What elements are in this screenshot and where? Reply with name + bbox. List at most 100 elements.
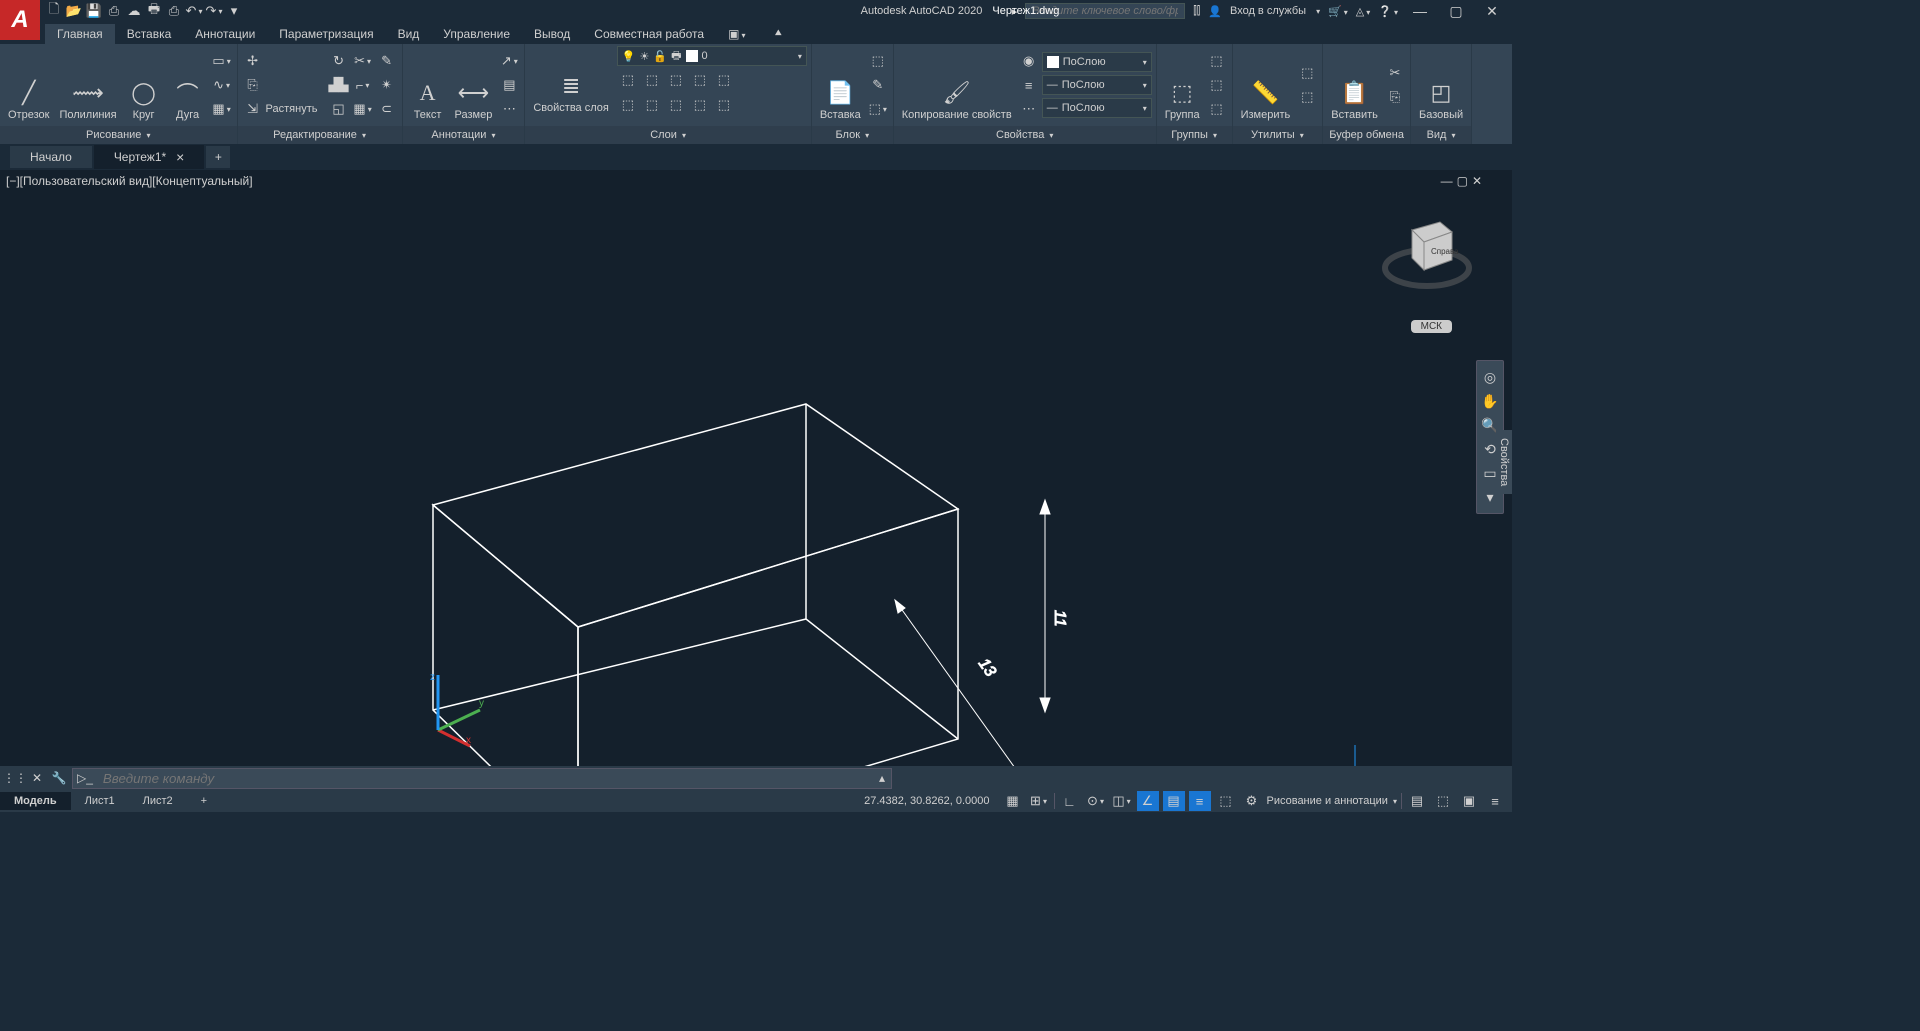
print-icon[interactable]: ⎙ <box>165 3 183 19</box>
command-input[interactable] <box>97 769 873 788</box>
layout-sheet2[interactable]: Лист2 <box>129 792 187 810</box>
add-tab-button[interactable]: + <box>206 146 230 168</box>
lineweight-dropdown[interactable]: —ПоСлою▾ <box>1042 75 1152 95</box>
select-button[interactable]: ⬚ <box>1296 86 1318 108</box>
ortho-toggle-icon[interactable]: ∟ <box>1059 791 1081 811</box>
tab-main[interactable]: Главная <box>45 24 115 44</box>
lineweight-toggle-icon[interactable]: ≡ <box>1189 791 1211 811</box>
layer-tool4-button[interactable]: ⬚ <box>689 69 711 91</box>
annot-more-button[interactable]: ⋯ <box>498 98 520 120</box>
viewcube[interactable]: Справа <box>1382 210 1472 300</box>
tab-view[interactable]: Вид <box>386 24 432 44</box>
lineweight-button[interactable]: ≡ <box>1018 74 1040 96</box>
group-box-button[interactable]: ⬚ <box>1206 98 1228 120</box>
ungroup-button[interactable]: ⬚ <box>1206 50 1228 72</box>
layer-dropdown[interactable]: 💡 ☀ 🔓 🖶 0 ▾ <box>617 46 807 66</box>
undo-icon[interactable]: ↶▾ <box>185 3 203 19</box>
copy-clip-button[interactable]: ⎘ <box>1384 86 1406 108</box>
insert-block-button[interactable]: 📄 Вставка <box>816 47 865 123</box>
match-props-button[interactable]: 🖌 Копирование свойств <box>898 47 1016 123</box>
base-view-button[interactable]: ◰ Базовый <box>1415 47 1467 123</box>
new-icon[interactable]: 🗋 <box>45 3 63 19</box>
close-icon[interactable]: ✕ <box>1478 3 1506 20</box>
table-button[interactable]: ▤ <box>498 74 520 96</box>
help-icon[interactable]: ❔▾ <box>1378 5 1398 18</box>
user-icon[interactable]: 👤 <box>1208 5 1222 18</box>
tab-insert[interactable]: Вставка <box>115 24 184 44</box>
layer-tool10-button[interactable]: ⬚ <box>713 94 735 116</box>
panel-annot-title[interactable]: Аннотации ▾ <box>403 126 525 144</box>
saveas-icon[interactable]: ⎙ <box>105 3 123 19</box>
linetype-button[interactable]: ⋯ <box>1018 98 1040 120</box>
grid-toggle-icon[interactable]: ▦ <box>1002 791 1024 811</box>
circle-button[interactable]: ◯ Круг <box>123 47 165 123</box>
cart-icon[interactable]: 🛒▾ <box>1328 5 1348 18</box>
spline-button[interactable]: ∿▾ <box>211 74 233 96</box>
rect-button[interactable]: ▭▾ <box>211 50 233 72</box>
panel-layers-title[interactable]: Слои ▾ <box>525 126 810 144</box>
maximize-icon[interactable]: ▢ <box>1442 3 1470 20</box>
layer-tool5-button[interactable]: ⬚ <box>713 69 735 91</box>
offset-button[interactable]: ⊂ <box>376 98 398 120</box>
tab-output[interactable]: Вывод <box>522 24 582 44</box>
edit-block-button[interactable]: ✎ <box>867 74 889 96</box>
workspace-label[interactable]: Рисование и аннотации ▾ <box>1267 795 1398 807</box>
save-icon[interactable]: 💾 <box>85 3 103 19</box>
polar-toggle-icon[interactable]: ⊙▾ <box>1085 791 1107 811</box>
linetype-dropdown[interactable]: —ПоСлою▾ <box>1042 98 1152 118</box>
rotate-button[interactable]: ↻ <box>328 50 350 72</box>
layer-tool8-button[interactable]: ⬚ <box>665 94 687 116</box>
scale-button[interactable]: ◱ <box>328 98 350 120</box>
nav-pan-icon[interactable]: ✋ <box>1477 389 1503 413</box>
line-button[interactable]: ╱ Отрезок <box>4 47 53 123</box>
tab-featured[interactable]: ▣▾ <box>716 24 757 44</box>
stretch-button[interactable]: ⇲ <box>242 98 264 120</box>
layer-tool9-button[interactable]: ⬚ <box>689 94 711 116</box>
app-icon[interactable]: A <box>0 0 40 40</box>
text-button[interactable]: A Текст <box>407 47 449 123</box>
stretch-label[interactable]: Растянуть <box>266 103 326 115</box>
panel-block-title[interactable]: Блок ▾ <box>812 126 893 144</box>
osnap-toggle-icon[interactable]: ∠ <box>1137 791 1159 811</box>
workspace-gear-icon[interactable]: ⚙ <box>1241 791 1263 811</box>
tab-collapse[interactable]: ⯅ <box>761 23 795 44</box>
status-coords[interactable]: 27.4382, 30.8262, 0.0000 <box>856 795 997 807</box>
copy-button[interactable]: ⎘ <box>242 74 264 96</box>
tab-start[interactable]: Начало <box>10 146 92 168</box>
group-button[interactable]: ⬚ Группа <box>1161 47 1204 123</box>
measure-button[interactable]: 📏 Измерить <box>1237 47 1295 123</box>
customize-status-icon[interactable]: ≡ <box>1484 791 1506 811</box>
cmd-tools-icon[interactable]: 🔧 <box>50 769 68 787</box>
cmd-history-icon[interactable]: ▴ <box>873 771 891 785</box>
dimension-button[interactable]: ⟷ Размер <box>451 47 497 123</box>
otrack-toggle-icon[interactable]: ▤ <box>1163 791 1185 811</box>
trim-button[interactable]: ✂▾ <box>352 50 374 72</box>
properties-palette-tab[interactable]: Свойства <box>1496 430 1512 494</box>
drawing-canvas[interactable]: [−][Пользовательский вид][Концептуальный… <box>0 170 1512 766</box>
explode-button[interactable]: ✴ <box>376 74 398 96</box>
iso-toggle-icon[interactable]: ◫▾ <box>1111 791 1133 811</box>
autodesk-icon[interactable]: ⫿⫿ <box>1193 5 1200 18</box>
isolate-icon[interactable]: ⬚ <box>1432 791 1454 811</box>
panel-props-title[interactable]: Свойства ▾ <box>894 126 1156 144</box>
panel-draw-title[interactable]: Рисование ▾ <box>0 126 237 144</box>
cmd-handle-icon[interactable]: ⋮⋮ <box>6 769 24 787</box>
arc-button[interactable]: ⌒ Дуга <box>167 47 209 123</box>
panel-utils-title[interactable]: Утилиты ▾ <box>1233 126 1323 144</box>
hardware-accel-icon[interactable]: ▣ <box>1458 791 1480 811</box>
color-dropdown[interactable]: ПоСлою▾ <box>1042 52 1152 72</box>
close-tab-icon[interactable]: × <box>176 149 184 165</box>
open-icon[interactable]: 📂 <box>65 3 83 19</box>
tab-param[interactable]: Параметризация <box>267 24 385 44</box>
layer-tool7-button[interactable]: ⬚ <box>641 94 663 116</box>
fillet-button[interactable]: ⌐▾ <box>352 74 374 96</box>
layer-tool3-button[interactable]: ⬚ <box>665 69 687 91</box>
nav-wheel-icon[interactable]: ◎ <box>1477 365 1503 389</box>
group-edit-button[interactable]: ⬚ <box>1206 74 1228 96</box>
hatch-button[interactable]: ▦▾ <box>211 98 233 120</box>
color-wheel-button[interactable]: ◉ <box>1018 50 1040 72</box>
erase-button[interactable]: ✎ <box>376 50 398 72</box>
web-icon[interactable]: ☁ <box>125 3 143 19</box>
plot-icon[interactable]: 🖶 <box>145 3 163 19</box>
cut-button[interactable]: ✂ <box>1384 62 1406 84</box>
